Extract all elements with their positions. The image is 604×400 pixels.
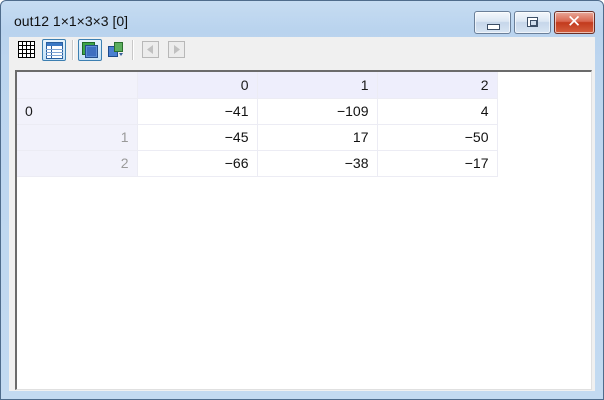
table-view[interactable]: 0 1 2 0 −41 −109 4 1 −45 17 −50 2 −66 −3… [15,70,592,390]
table-cell[interactable]: 4 [377,98,498,125]
grid-view-button[interactable] [15,39,39,61]
table-cell[interactable]: −41 [137,98,258,125]
swap-icon [108,42,123,57]
table-cell[interactable]: 17 [257,124,378,151]
column-header[interactable]: 0 [137,72,258,99]
next-button[interactable] [165,39,189,61]
toolbar [9,37,595,65]
data-grid: 0 1 2 0 −41 −109 4 1 −45 17 −50 2 −66 −3… [17,72,498,177]
app-window: out12 1×1×3×3 [0] ✕ 0 1 2 0 −41 −109 4 1… [0,0,604,400]
table-row: 0 −41 −109 4 [17,98,498,125]
previous-button[interactable] [139,39,163,61]
row-header[interactable]: 2 [17,150,138,177]
maximize-button[interactable] [514,11,551,34]
close-button[interactable]: ✕ [554,11,595,34]
window-title: out12 1×1×3×3 [0] [14,13,129,29]
table-cell[interactable]: −66 [137,150,258,177]
column-header[interactable]: 1 [257,72,378,99]
table-row: 2 −66 −38 −17 [17,150,498,177]
corner-cell[interactable] [17,72,138,99]
swap-view-button[interactable] [104,39,128,61]
table-cell[interactable]: −17 [377,150,498,177]
table-view-button[interactable] [42,39,66,61]
maximize-icon [527,17,538,27]
next-icon [168,41,185,58]
title-bar[interactable]: out12 1×1×3×3 [0] ✕ [1,1,603,37]
close-icon: ✕ [567,12,582,32]
table-cell[interactable]: −45 [137,124,258,151]
table-cell[interactable]: −38 [257,150,378,177]
header-row: 0 1 2 [17,72,498,99]
column-header[interactable]: 2 [377,72,498,99]
previous-icon [142,41,159,58]
client-area: 0 1 2 0 −41 −109 4 1 −45 17 −50 2 −66 −3… [9,37,595,391]
table-row: 1 −45 17 −50 [17,124,498,151]
layers-icon [82,42,98,58]
row-header[interactable]: 0 [17,98,138,125]
toolbar-separator [132,40,134,60]
row-header[interactable]: 1 [17,124,138,151]
minimize-icon [487,24,500,30]
grid-icon [18,41,35,58]
table-cell[interactable]: −50 [377,124,498,151]
table-cell[interactable]: −109 [257,98,378,125]
layer-view-button[interactable] [78,39,102,61]
toolbar-separator [72,40,74,60]
table-icon [46,42,63,59]
minimize-button[interactable] [474,11,511,34]
